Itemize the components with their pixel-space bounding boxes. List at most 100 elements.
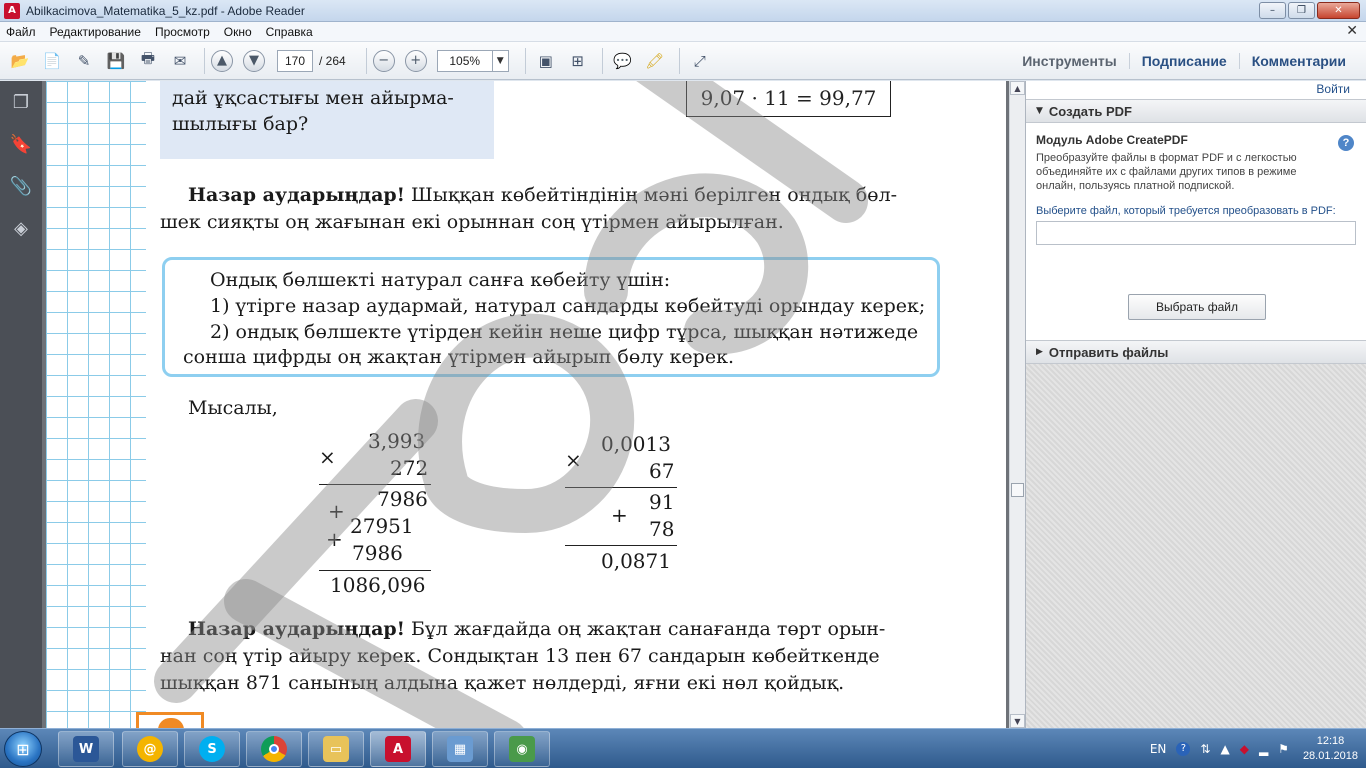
calc1-line — [319, 484, 431, 485]
rule-line-1: Ондық бөлшекті натурал санға көбейту үші… — [210, 269, 671, 291]
taskbar-skype[interactable]: S — [184, 731, 240, 767]
equation-box: 9,07 · 11 = 99,77 — [686, 81, 891, 117]
fullscreen-icon[interactable]: ⤢ — [686, 48, 714, 74]
fit-width-icon[interactable]: ⊞ — [564, 48, 592, 74]
save-icon[interactable]: 💾 — [102, 48, 130, 74]
restore-button[interactable]: ❐ — [1288, 2, 1315, 19]
scroll-up-icon[interactable]: ▲ — [1010, 81, 1025, 95]
rule-line-3: 2) ондық бөлшекте үтірден кейін неше циф… — [210, 321, 919, 343]
question-line-1: дай ұқсастығы мен айырма- — [172, 87, 454, 109]
sign-link[interactable]: Подписание — [1128, 53, 1239, 69]
network-tray-icon[interactable]: ▂ — [1259, 742, 1268, 756]
comment-icon[interactable]: 💬 — [609, 48, 637, 74]
page-number-input[interactable]: 170 — [277, 49, 313, 72]
zoom-select[interactable]: 105% ▼ — [436, 49, 509, 72]
taskbar-explorer[interactable]: ▭ — [308, 731, 364, 767]
help-icon[interactable]: ? — [1176, 742, 1191, 756]
chevron-down-icon[interactable]: ▼ — [491, 50, 508, 71]
attention-paragraph-2-line-2: нан соң үтір айыру керек. Сондықтан 13 п… — [160, 645, 880, 667]
adobe-reader-icon: A — [4, 2, 20, 19]
calc1-multiplicand: 3,993 — [368, 429, 426, 453]
attention-paragraph-2: Назар аударыңдар! Бұл жағдайда оң жақтан… — [188, 616, 885, 642]
open-icon[interactable]: 📂 — [6, 48, 34, 74]
taskbar-network[interactable]: ◉ — [494, 731, 550, 767]
scroll-thumb[interactable] — [1011, 483, 1024, 497]
send-files-title: Отправить файлы — [1048, 344, 1169, 360]
close-button[interactable]: ✕ — [1317, 2, 1360, 19]
highlight-icon[interactable]: 🖍 — [641, 48, 669, 74]
example-label: Мысалы, — [188, 397, 278, 419]
window-controls: – ❐ ✕ — [1259, 2, 1360, 19]
previous-page-icon[interactable]: ▲ — [211, 49, 233, 72]
taskbar-chrome[interactable] — [246, 731, 302, 767]
menu-view[interactable]: Просмотр — [155, 25, 210, 39]
taskbar-mail[interactable]: @ — [122, 731, 178, 767]
create-pdf-section-header[interactable]: ▼ Создать PDF — [1026, 99, 1366, 123]
calc2-result: 0,0871 — [601, 549, 671, 573]
clock-time: 12:18 — [1316, 735, 1345, 747]
rule-line-4: сонша цифрды оң жақтан үтірмен айырып бө… — [183, 346, 734, 368]
next-page-icon[interactable]: ▼ — [243, 49, 265, 72]
menu-edit[interactable]: Редактирование — [50, 25, 141, 39]
minimize-button[interactable]: – — [1259, 2, 1286, 19]
zoom-value: 105% — [449, 53, 481, 68]
taskbar-word[interactable]: W — [58, 731, 114, 767]
document-area[interactable]: дай ұқсастығы мен айырма- шылығы бар? 9,… — [42, 81, 1009, 728]
file-path-input[interactable] — [1036, 221, 1356, 245]
taskbar-adobe-reader[interactable]: A — [370, 731, 426, 767]
attention-text: Бұл жағдайда оң жақтан санағанда төрт ор… — [405, 618, 886, 640]
zoom-out-button[interactable]: − — [372, 49, 395, 72]
comment-link[interactable]: Комментарии — [1238, 53, 1358, 69]
grid-margin — [46, 81, 146, 728]
create-pdf-icon[interactable]: 📄 — [38, 48, 66, 74]
layers-icon[interactable]: ◈ — [0, 207, 42, 249]
vertical-scrollbar[interactable]: ▲ ▼ — [1009, 81, 1025, 728]
flag-icon[interactable]: ⚑ — [1278, 742, 1289, 756]
scroll-down-icon[interactable]: ▼ — [1010, 714, 1025, 728]
show-hidden-icons-icon[interactable]: ▲ — [1220, 742, 1229, 756]
attention-text: Шыққан көбейтіндінің мәні берілген ондық… — [405, 184, 898, 206]
adobe-tray-icon[interactable]: ◆ — [1240, 742, 1249, 756]
menu-window[interactable]: Окно — [224, 25, 252, 39]
taskbar-control-panel[interactable]: ▦ — [432, 731, 488, 767]
calc1-line — [319, 570, 431, 571]
windows-start-icon[interactable]: ⊞ — [4, 731, 42, 767]
toolbar-right-links: Инструменты Подписание Комментарии — [1010, 42, 1358, 80]
tools-panel: Войти ▼ Создать PDF Модуль Adobe CreateP… — [1025, 81, 1366, 728]
attachments-icon[interactable]: 📎 — [0, 165, 42, 207]
control-panel-icon: ▦ — [447, 736, 473, 762]
edit-icon[interactable]: ✎ — [70, 48, 98, 74]
folder-icon: ▭ — [323, 736, 349, 762]
zoom-in-button[interactable]: + — [404, 49, 427, 72]
skype-icon: S — [199, 736, 225, 762]
bookmarks-icon[interactable]: 🔖 — [0, 123, 42, 165]
help-icon[interactable]: ? — [1338, 135, 1354, 151]
send-files-section-header[interactable]: ▶ Отправить файлы — [1026, 340, 1366, 364]
close-document-icon[interactable]: ✕ — [1346, 23, 1358, 39]
page-thumbnails-icon[interactable]: ❐ — [0, 81, 42, 123]
arrows-icon[interactable]: ⇅ — [1200, 742, 1210, 756]
tools-link[interactable]: Инструменты — [1010, 53, 1129, 69]
create-pdf-title: Создать PDF — [1048, 103, 1132, 119]
toolbar: 📂 📄 ✎ 💾 🖶 ✉ ▲ ▼ 170 / 264 − + 105% ▼ ▣ ⊞… — [0, 42, 1366, 80]
email-icon[interactable]: ✉ — [166, 48, 194, 74]
menu-bar: Файл Редактирование Просмотр Окно Справк… — [0, 22, 1366, 42]
network-icon: ◉ — [509, 736, 535, 762]
plus-sign: + — [326, 527, 343, 551]
sign-in-link[interactable]: Войти — [1316, 82, 1350, 96]
fit-page-icon[interactable]: ▣ — [532, 48, 560, 74]
times-sign: × — [319, 445, 336, 469]
clock[interactable]: 12:18 28.01.2018 — [1303, 734, 1358, 764]
create-pdf-section-body: Модуль Adobe CreatePDF ? Преобразуйте фа… — [1026, 123, 1366, 340]
chrome-icon — [261, 736, 287, 762]
language-indicator[interactable]: EN — [1150, 742, 1167, 756]
expand-triangle-icon: ▼ — [1036, 106, 1043, 116]
print-icon[interactable]: 🖶 — [134, 48, 162, 74]
word-icon: W — [73, 736, 99, 762]
attention-paragraph-1-line-2: шек сияқты оң жағынан екі орыннан соң үт… — [160, 211, 784, 233]
menu-help[interactable]: Справка — [266, 25, 313, 39]
select-file-button[interactable]: Выбрать файл — [1128, 294, 1266, 320]
mail-agent-icon: @ — [137, 736, 163, 762]
rule-line-2: 1) үтірге назар аудармай, натурал сандар… — [210, 295, 926, 317]
menu-file[interactable]: Файл — [6, 25, 36, 39]
